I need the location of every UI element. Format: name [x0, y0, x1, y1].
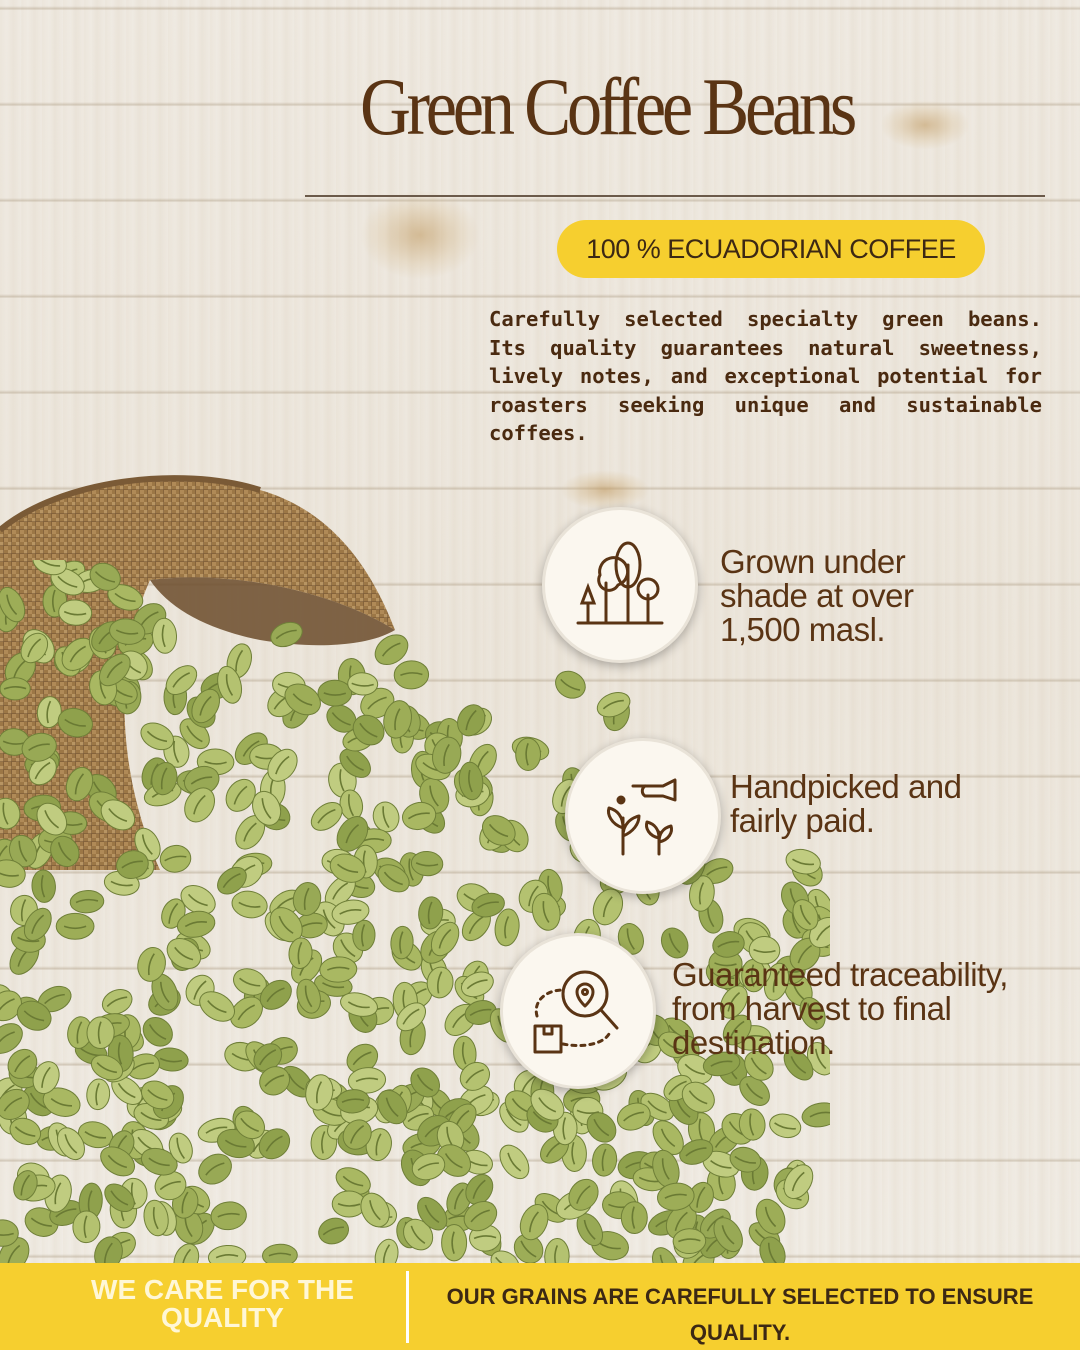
green-coffee-beans-image: [0, 560, 830, 1265]
feature-circle-traceability: [500, 933, 656, 1089]
footer-banner: WE CARE FOR THE QUALITY OUR GRAINS ARE C…: [0, 1263, 1080, 1350]
page-title: Green Coffee Beans: [360, 61, 857, 152]
product-description: Carefully selected specialty green beans…: [489, 307, 1042, 445]
footer-divider: [406, 1271, 409, 1343]
wood-knot: [360, 190, 480, 280]
feature-text-shade: Grown under shade at over 1,500 masl.: [720, 543, 914, 648]
footer-statement: OUR GRAINS ARE CAREFULLY SELECTED TO ENS…: [446, 1284, 1034, 1345]
hand-plant-icon: [607, 778, 677, 856]
feature-text-traceability: Guaranteed traceability, from harvest to…: [672, 956, 1008, 1061]
wood-knot: [560, 470, 650, 510]
origin-badge: 100 % ECUADORIAN COFFEE: [557, 220, 985, 278]
feature-circle-shade: [542, 507, 698, 663]
feature-circle-handpicked: [565, 738, 721, 894]
title-divider: [305, 195, 1045, 197]
feature-text-handpicked: Handpicked and fairly paid.: [730, 768, 962, 839]
footer-slogan: WE CARE FOR THE QUALITY: [91, 1274, 354, 1333]
location-search-icon: [533, 970, 619, 1054]
trees-icon: [576, 541, 664, 625]
